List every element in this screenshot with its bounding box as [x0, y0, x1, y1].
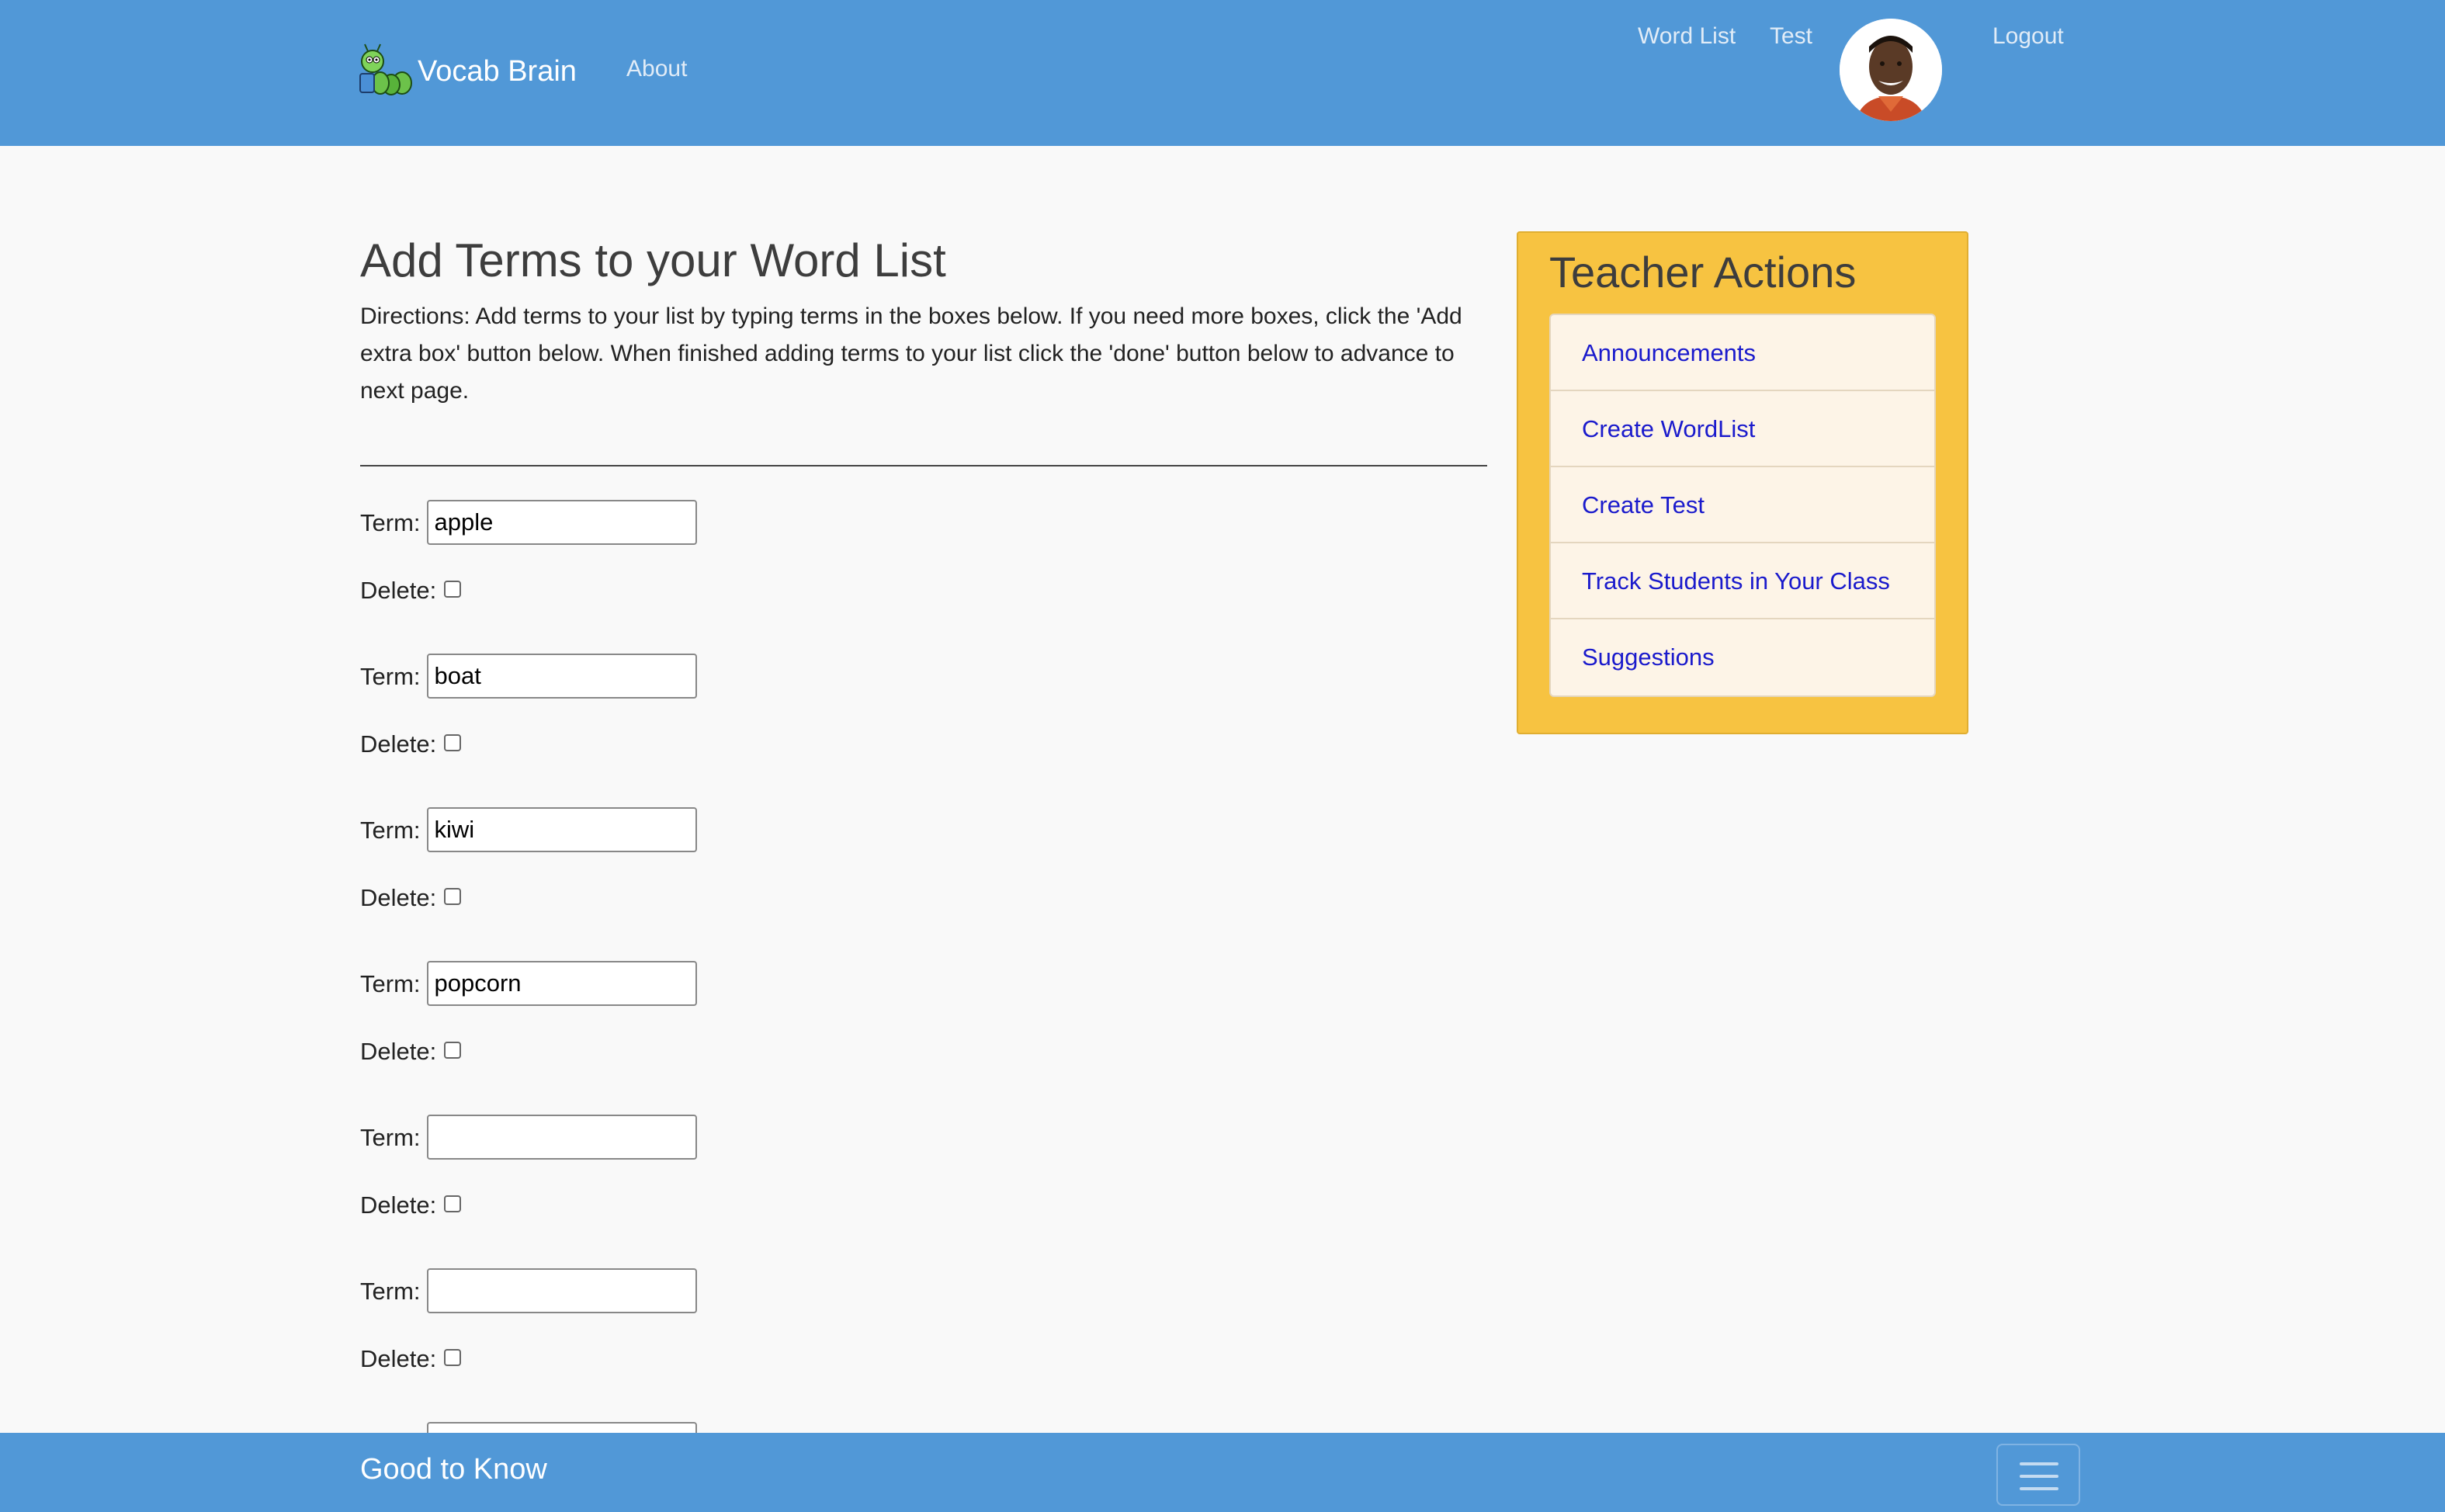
nav-about-link[interactable]: About: [626, 56, 687, 82]
term-input[interactable]: [426, 961, 697, 1006]
action-create-test[interactable]: Create Test: [1551, 467, 1934, 543]
teacher-actions-list: Announcements Create WordList Create Tes…: [1549, 314, 1936, 697]
action-announcements[interactable]: Announcements: [1551, 315, 1934, 391]
delete-label: Delete:: [360, 884, 437, 911]
delete-row: Delete:: [360, 883, 1059, 961]
delete-label: Delete:: [360, 1038, 437, 1065]
directions-text: Directions: Add terms to your list by ty…: [360, 303, 1462, 404]
user-avatar-image: [1840, 19, 1942, 121]
delete-checkbox[interactable]: [444, 1042, 462, 1059]
hamburger-line: [2020, 1475, 2058, 1478]
term-row: Term:: [360, 500, 1059, 576]
term-row: Term:: [360, 961, 1059, 1037]
page-title: Add Terms to your Word List: [360, 234, 946, 286]
action-suggestions[interactable]: Suggestions: [1551, 619, 1934, 695]
delete-checkbox[interactable]: [444, 581, 462, 598]
action-create-wordlist[interactable]: Create WordList: [1551, 391, 1934, 467]
teacher-actions-panel: Teacher Actions Announcements Create Wor…: [1517, 231, 1968, 734]
delete-label: Delete:: [360, 1191, 437, 1219]
term-row: Term:: [360, 1115, 1059, 1191]
delete-row: Delete:: [360, 576, 1059, 654]
caterpillar-logo-icon: [359, 43, 412, 95]
footer-bar: Good to Know: [0, 1433, 2445, 1512]
delete-checkbox[interactable]: [444, 1349, 462, 1366]
delete-checkbox[interactable]: [444, 888, 462, 905]
delete-row: Delete:: [360, 1037, 1059, 1115]
term-label: Term:: [360, 970, 421, 997]
divider: [360, 465, 1487, 466]
hamburger-line: [2020, 1487, 2058, 1490]
hamburger-menu-icon[interactable]: [1996, 1444, 2080, 1506]
top-navbar: Vocab Brain About Word List Test Logout: [0, 0, 2445, 146]
nav-logout-link[interactable]: Logout: [1992, 23, 2064, 50]
delete-checkbox[interactable]: [444, 734, 462, 751]
term-label: Term:: [360, 1124, 421, 1151]
term-input[interactable]: [426, 1115, 697, 1160]
term-row: Term:: [360, 654, 1059, 730]
delete-row: Delete:: [360, 1344, 1059, 1422]
term-list: Term: Delete: Term: Delete: Term: Delete…: [360, 500, 1059, 1498]
term-input[interactable]: [426, 500, 697, 545]
nav-test-link[interactable]: Test: [1770, 23, 1812, 50]
term-label: Term:: [360, 1278, 421, 1305]
delete-label: Delete:: [360, 730, 437, 758]
nav-word-list-link[interactable]: Word List: [1638, 23, 1736, 50]
footer-title: Good to Know: [360, 1453, 547, 1486]
term-input[interactable]: [426, 654, 697, 699]
user-avatar[interactable]: [1840, 19, 1942, 121]
main-content: Add Terms to your Word List Directions: …: [360, 225, 1487, 1467]
delete-row: Delete:: [360, 730, 1059, 807]
brand-link[interactable]: Vocab Brain: [357, 40, 577, 102]
term-input[interactable]: [426, 1268, 697, 1313]
delete-row: Delete:: [360, 1191, 1059, 1268]
term-input[interactable]: [426, 807, 697, 852]
brand-name: Vocab Brain: [418, 55, 577, 88]
term-row: Term:: [360, 1268, 1059, 1344]
delete-label: Delete:: [360, 577, 437, 604]
hamburger-line: [2020, 1462, 2058, 1465]
delete-checkbox[interactable]: [444, 1195, 462, 1212]
term-label: Term:: [360, 817, 421, 844]
panel-title: Teacher Actions: [1549, 248, 1857, 297]
term-label: Term:: [360, 663, 421, 690]
action-track-students[interactable]: Track Students in Your Class: [1551, 543, 1934, 619]
term-label: Term:: [360, 509, 421, 536]
delete-label: Delete:: [360, 1345, 437, 1372]
term-row: Term:: [360, 807, 1059, 883]
